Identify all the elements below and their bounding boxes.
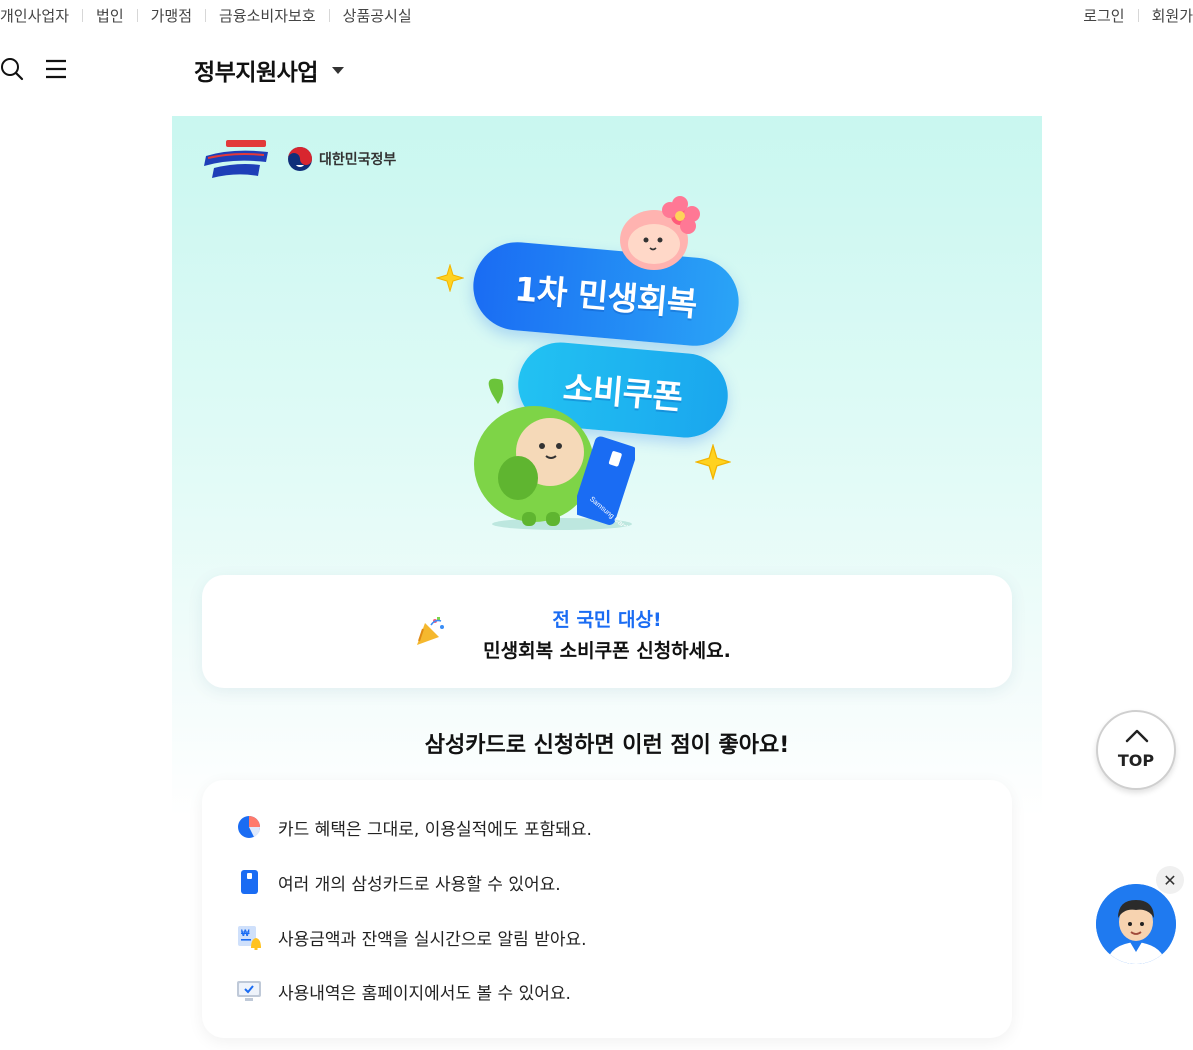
caret-down-icon [331, 66, 344, 74]
notice-headline: 전 국민 대상! [552, 609, 662, 631]
campaign-logo [202, 140, 272, 180]
pie-chart-icon [238, 816, 261, 838]
benefit-item: ₩ 사용금액과 잔액을 실시간으로 알림 받아요. [236, 924, 587, 950]
close-icon[interactable]: ✕ [1156, 866, 1184, 894]
svg-text:₩: ₩ [241, 928, 250, 938]
login-link[interactable]: 로그인 [1083, 5, 1124, 26]
benefit-text: 사용금액과 잔액을 실시간으로 알림 받아요. [278, 929, 587, 950]
government-logo-text: 대한민국정부 [319, 152, 397, 168]
divider [82, 9, 84, 22]
government-logo: 대한민국정부 [287, 146, 396, 172]
util-link-personal-business[interactable]: 개인사업자 [0, 5, 69, 26]
benefit-item: 사용내역은 홈페이지에서도 볼 수 있어요. [236, 978, 571, 1004]
util-link-corporate[interactable]: 법인 [96, 5, 124, 26]
samsung-card-illustration: Samsung Card [577, 436, 635, 526]
divider [205, 9, 207, 22]
divider [136, 9, 138, 22]
monitor-check-icon [237, 981, 261, 1001]
benefit-text: 사용내역은 홈페이지에서도 볼 수 있어요. [278, 983, 571, 1004]
utility-nav-right: 로그인 회원가 [1083, 5, 1193, 26]
util-link-consumer-protection[interactable]: 금융소비자보호 [219, 5, 316, 26]
chatbot-avatar-button[interactable] [1096, 884, 1176, 964]
taegeuk-icon [288, 147, 312, 171]
peach-character-illustration [620, 196, 700, 270]
signup-link[interactable]: 회원가 [1152, 5, 1193, 26]
hamburger-menu-icon[interactable] [44, 57, 68, 81]
util-link-merchant[interactable]: 가맹점 [151, 5, 192, 26]
chatbot-avatar-icon [1096, 884, 1176, 964]
util-link-product-disclosure[interactable]: 상품공시실 [343, 5, 412, 26]
page-title-dropdown[interactable]: 정부지원사업 [194, 53, 344, 87]
scroll-to-top-button[interactable]: TOP [1096, 710, 1176, 790]
won-bell-icon: ₩ [238, 926, 261, 950]
search-icon[interactable] [0, 57, 24, 81]
benefit-item: 여러 개의 삼성카드로 사용할 수 있어요. [236, 869, 561, 895]
benefit-text: 여러 개의 삼성카드로 사용할 수 있어요. [278, 874, 561, 895]
card-icon [241, 870, 258, 894]
benefit-item: 카드 혜택은 그대로, 이용실적에도 포함돼요. [236, 814, 592, 840]
page-title: 정부지원사업 [194, 60, 318, 86]
scroll-to-top-label: TOP [1117, 751, 1155, 770]
notice-subline: 민생회복 소비쿠폰 신청하세요. [483, 640, 731, 662]
chevron-up-icon [1125, 729, 1149, 743]
benefits-card: 카드 혜택은 그대로, 이용실적에도 포함돼요. 여러 개의 삼성카드로 사용할… [202, 780, 1012, 1038]
utility-nav-left: 개인사업자 법인 가맹점 금융소비자보호 상품공시실 [0, 5, 412, 26]
divider [1137, 9, 1139, 22]
benefits-section-title: 삼성카드로 신청하면 이런 점이 좋아요! [424, 733, 790, 758]
divider [328, 9, 330, 22]
sparkle-star-icon [695, 444, 731, 480]
sparkle-star-icon [436, 264, 464, 292]
benefit-text: 카드 혜택은 그대로, 이용실적에도 포함돼요. [278, 819, 592, 840]
notice-card: 전 국민 대상! 민생회복 소비쿠폰 신청하세요. [202, 575, 1012, 688]
